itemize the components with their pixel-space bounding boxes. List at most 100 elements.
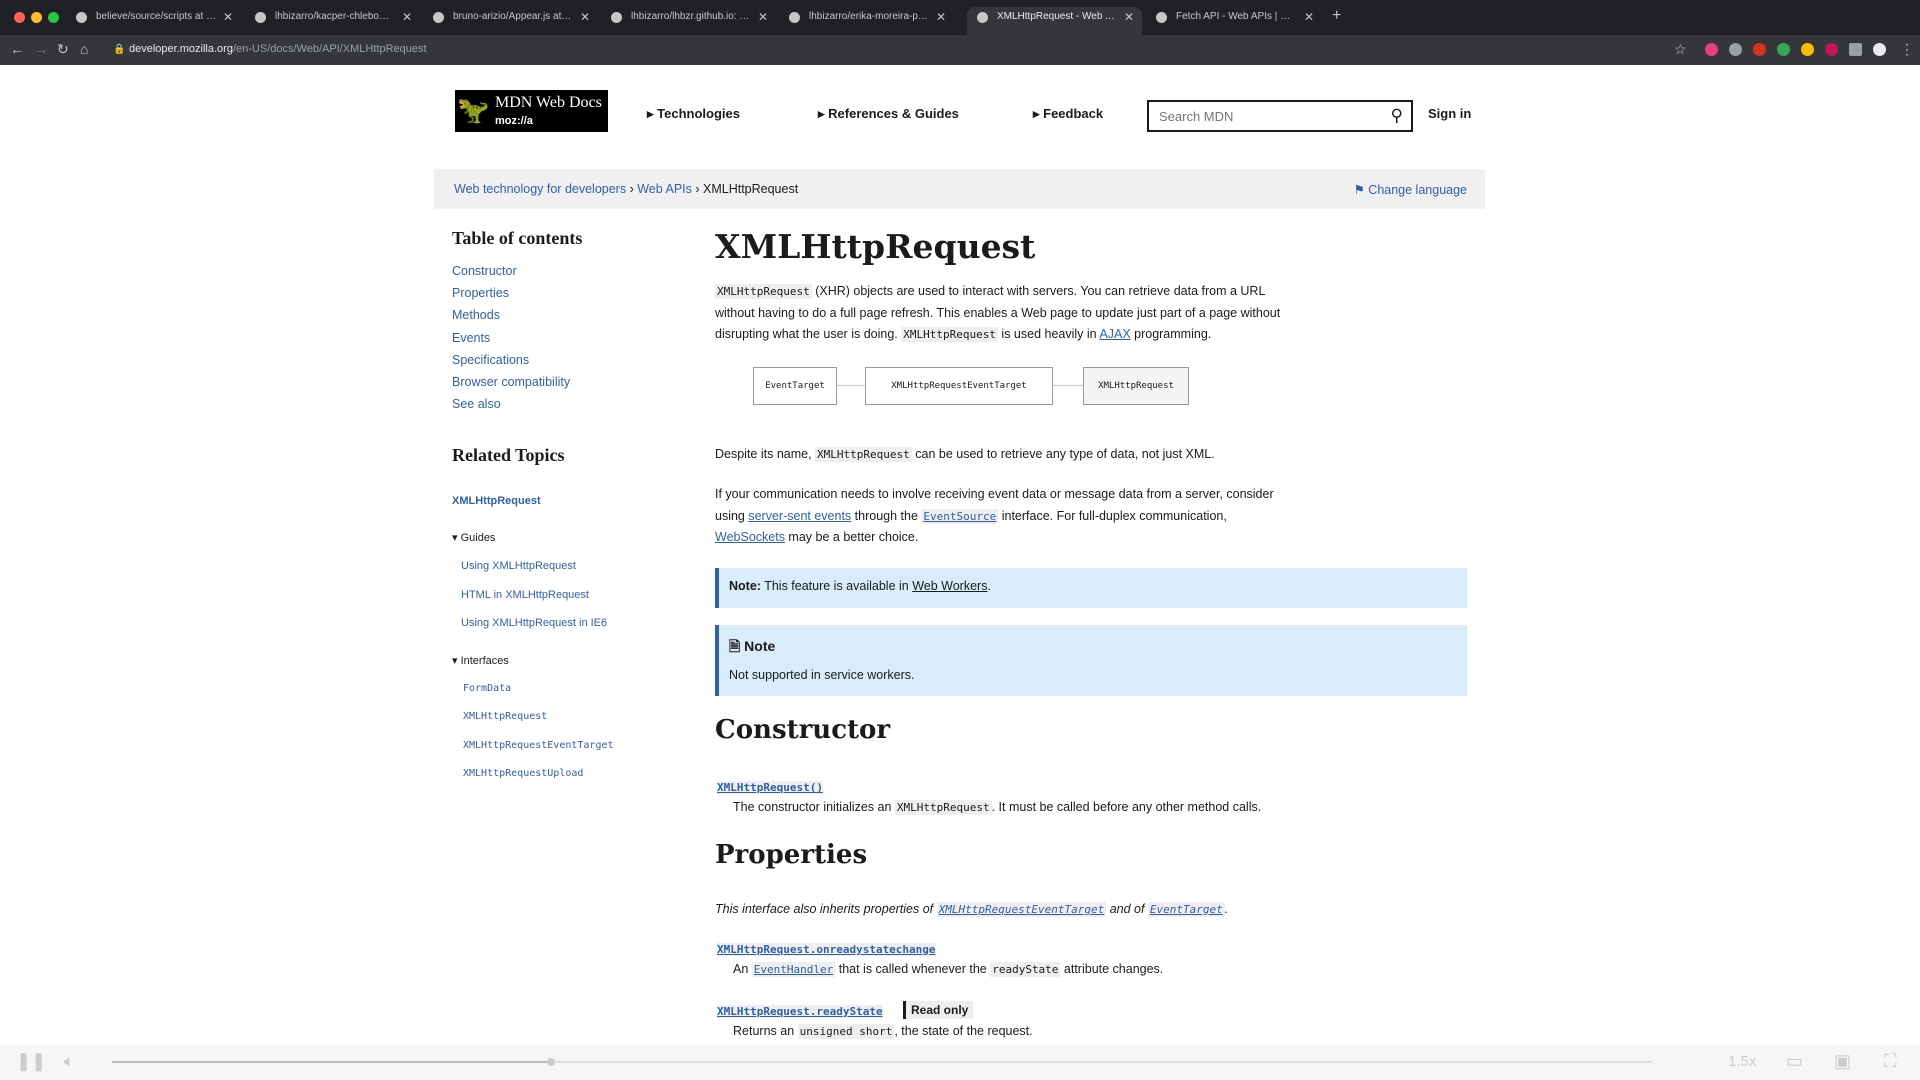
playback-speed[interactable]: 1.5x: [1728, 1053, 1756, 1070]
tab-close-icon[interactable]: ✕: [580, 7, 590, 27]
mdn-logo[interactable]: 🦖 MDN Web Docs moz://a: [455, 90, 608, 132]
search-icon[interactable]: ⚲: [1391, 106, 1403, 126]
browser-tab[interactable]: lhbizarro/erika-moreira-portfo ✕: [779, 7, 954, 35]
eventhandler-link[interactable]: EventHandler: [751, 962, 836, 977]
readystate-link[interactable]: XMLHttpRequest.readyState: [717, 1005, 883, 1018]
guides-toggle[interactable]: ▾ Guides: [452, 531, 495, 544]
extension-icon[interactable]: [1825, 43, 1838, 56]
toc-link[interactable]: Specifications: [452, 353, 529, 367]
reload-button[interactable]: ↻: [57, 41, 69, 58]
browser-nav-bar: ← → ↻ ⌂ 🔒 developer.mozilla.org/en-US/do…: [0, 35, 1920, 65]
constructor-link[interactable]: XMLHttpRequest(): [717, 781, 823, 794]
bookmark-star-icon[interactable]: ☆: [1674, 41, 1687, 58]
extension-icon[interactable]: [1705, 43, 1718, 56]
video-progress-fill: [112, 1061, 551, 1063]
diagram-connector: [1053, 385, 1083, 386]
browser-tab[interactable]: XMLHttpRequest - Web APIs | ✕: [967, 7, 1142, 35]
inherits-paragraph: This interface also inherits properties …: [715, 902, 1228, 917]
onreadystatechange-link[interactable]: XMLHttpRequest.onreadystatechange: [717, 943, 936, 956]
extensions-puzzle-icon[interactable]: [1849, 43, 1862, 56]
browser-tab[interactable]: lhbizarro/lhbzr.github.io: Supe ✕: [601, 7, 776, 35]
address-bar[interactable]: 🔒 developer.mozilla.org/en-US/docs/Web/A…: [105, 39, 1685, 61]
interfaces-link[interactable]: XMLHttpRequestEventTarget: [463, 740, 614, 751]
ajax-link[interactable]: AJAX: [1099, 327, 1130, 341]
websockets-link[interactable]: WebSockets: [715, 530, 785, 544]
new-tab-button[interactable]: +: [1332, 7, 1341, 25]
nav-feedback[interactable]: ▸ Feedback: [1033, 106, 1103, 122]
captions-icon[interactable]: ▭: [1786, 1051, 1803, 1072]
toc-link[interactable]: Methods: [452, 308, 500, 322]
eventsource-link[interactable]: EventSource: [921, 508, 999, 524]
change-language-label: Change language: [1368, 183, 1467, 197]
note-icon: 🗎: [729, 638, 741, 654]
eventtarget-link[interactable]: EventTarget: [1147, 902, 1225, 917]
fullscreen-icon[interactable]: ⛶: [1884, 1051, 1897, 1072]
toc-link[interactable]: Properties: [452, 286, 509, 300]
extension-icon[interactable]: [1801, 43, 1814, 56]
tab-favicon-icon: [611, 12, 622, 23]
diagram-node-xhreventtarget[interactable]: XMLHttpRequestEventTarget: [865, 367, 1053, 405]
nav-references-guides[interactable]: ▸ References & Guides: [818, 106, 959, 122]
server-sent-events-link[interactable]: server-sent events: [748, 509, 851, 523]
close-window-button[interactable]: [14, 12, 25, 23]
browser-tab-bar: believe/source/scripts at mast ✕ lhbizarro…: [0, 0, 1920, 35]
interfaces-toggle[interactable]: ▾ Interfaces: [452, 654, 509, 667]
minimize-window-button[interactable]: [31, 12, 42, 23]
pause-icon[interactable]: ❚❚: [16, 1051, 46, 1072]
browser-tab[interactable]: Fetch API - Web APIs | MDN ✕: [1146, 7, 1322, 35]
volume-icon[interactable]: 🔈︎: [64, 1051, 75, 1072]
web-workers-link[interactable]: Web Workers: [912, 579, 987, 593]
browser-tab[interactable]: lhbizarro/kacper-chlebowicz ✕: [245, 7, 420, 35]
tab-close-icon[interactable]: ✕: [402, 7, 412, 27]
text: The constructor initializes an: [733, 800, 895, 814]
profile-avatar[interactable]: [1873, 43, 1886, 56]
change-language-button[interactable]: ⚑ Change language: [1354, 182, 1467, 197]
extension-icon[interactable]: [1729, 43, 1742, 56]
breadcrumb-link[interactable]: Web technology for developers: [454, 182, 626, 196]
extension-icon[interactable]: [1777, 43, 1790, 56]
onreadystatechange-description: An EventHandler that is called whenever …: [733, 962, 1163, 977]
tab-close-icon[interactable]: ✕: [223, 7, 233, 27]
nav-technologies[interactable]: ▸ Technologies: [647, 106, 740, 122]
video-progress-track[interactable]: [112, 1058, 1652, 1066]
interfaces-link[interactable]: XMLHttpRequest: [463, 711, 547, 722]
search-box[interactable]: ⚲: [1147, 100, 1413, 132]
search-input[interactable]: [1157, 108, 1381, 125]
breadcrumb-link[interactable]: Web APIs: [637, 182, 692, 196]
home-icon[interactable]: ⌂: [80, 41, 88, 57]
back-button[interactable]: ←: [10, 41, 24, 57]
browser-tab[interactable]: believe/source/scripts at mast ✕: [66, 7, 241, 35]
nav-label: References & Guides: [828, 106, 959, 121]
interfaces-link[interactable]: FormData: [463, 683, 511, 694]
toc-link[interactable]: See also: [452, 397, 501, 411]
toc-link[interactable]: Events: [452, 331, 490, 345]
guides-link[interactable]: HTML in XMLHttpRequest: [461, 589, 589, 601]
tab-close-icon[interactable]: ✕: [1124, 7, 1134, 27]
diagram-node-eventtarget[interactable]: EventTarget: [753, 367, 837, 405]
interfaces-link[interactable]: XMLHttpRequestUpload: [463, 768, 583, 779]
video-progress-thumb[interactable]: [546, 1058, 555, 1066]
picture-in-picture-icon[interactable]: ▣: [1834, 1051, 1851, 1072]
xhreventtarget-link[interactable]: XMLHttpRequestEventTarget: [936, 902, 1107, 917]
tab-title: lhbizarro/lhbzr.github.io: Supe: [631, 11, 752, 22]
maximize-window-button[interactable]: [48, 12, 59, 23]
guides-link[interactable]: Using XMLHttpRequest: [461, 560, 576, 572]
tab-title: XMLHttpRequest - Web APIs |: [997, 11, 1118, 22]
toc-link[interactable]: Constructor: [452, 264, 517, 278]
sign-in-link[interactable]: Sign in: [1428, 106, 1471, 121]
toc-heading: Table of contents: [452, 228, 583, 248]
tab-close-icon[interactable]: ✕: [936, 7, 946, 27]
browser-tab[interactable]: bruno-arizio/Appear.js at mast ✕: [423, 7, 598, 35]
inline-code: XMLHttpRequest: [894, 800, 992, 815]
guides-link[interactable]: Using XMLHttpRequest in IE6: [461, 617, 607, 629]
tab-close-icon[interactable]: ✕: [1304, 7, 1314, 27]
related-current[interactable]: XMLHttpRequest: [452, 495, 541, 507]
tab-close-icon[interactable]: ✕: [758, 7, 768, 27]
forward-button[interactable]: →: [34, 41, 48, 57]
text: Returns an: [733, 1024, 798, 1038]
toc-link[interactable]: Browser compatibility: [452, 375, 570, 389]
text: . It must be called before any other met…: [991, 800, 1262, 814]
language-icon: ⚑: [1353, 183, 1365, 197]
extension-icon[interactable]: [1753, 43, 1766, 56]
browser-menu-icon[interactable]: ⋮: [1900, 41, 1914, 58]
